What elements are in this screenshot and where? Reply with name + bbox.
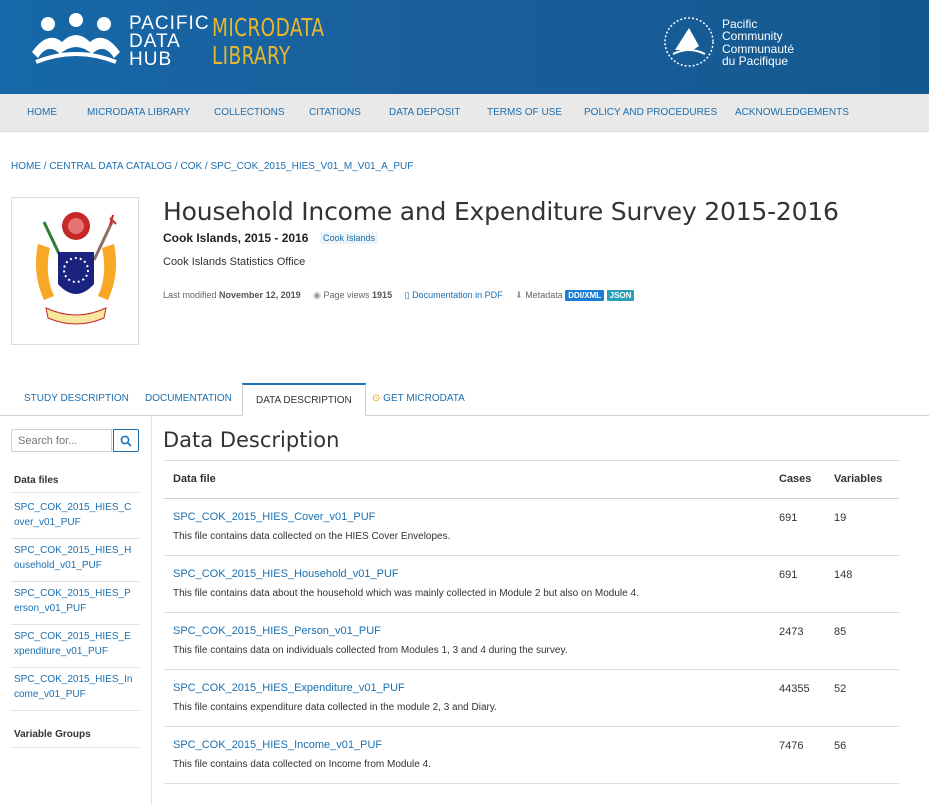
cases-value: 691 xyxy=(779,569,798,581)
data-file-link[interactable]: SPC_COK_2015_HIES_Income_v01_PUF xyxy=(173,739,382,751)
nav-item-data-deposit[interactable]: DATA DEPOSIT xyxy=(389,107,460,118)
table-top-border xyxy=(164,460,899,461)
variables-value: 19 xyxy=(834,512,847,524)
data-file-description: This file contains data about the househ… xyxy=(173,588,639,599)
sidebar-divider-line xyxy=(11,581,139,582)
sidebar-divider-line xyxy=(11,492,139,493)
sidebar-divider-line xyxy=(11,538,139,539)
sidebar-search xyxy=(11,429,139,452)
tab-documentation[interactable]: DOCUMENTATION xyxy=(145,393,232,404)
search-icon xyxy=(120,435,132,447)
cases-value: 691 xyxy=(779,512,798,524)
sidebar-data-file[interactable]: SPC_COK_2015_HIES_Cover_v01_PUF xyxy=(14,500,134,530)
pacific-community-logo-icon[interactable] xyxy=(663,16,715,68)
data-file-description: This file contains data collected on Inc… xyxy=(173,759,431,770)
documentation-pdf-link[interactable]: Documentation in PDF xyxy=(412,290,503,300)
metadata-label: Metadata xyxy=(525,290,563,300)
pacific-community-wordmark: Pacific Community Communauté du Pacifiqu… xyxy=(722,17,795,68)
data-file-description: This file contains data on individuals c… xyxy=(173,645,568,656)
eye-icon: ◉ xyxy=(313,290,321,300)
sidebar-data-file[interactable]: SPC_COK_2015_HIES_Income_v01_PUF xyxy=(14,672,134,702)
search-button[interactable] xyxy=(113,429,139,452)
study-title: Household Income and Expenditure Survey … xyxy=(163,197,839,226)
nav-item-collections[interactable]: COLLECTIONS xyxy=(214,107,285,118)
nav-item-home[interactable]: HOME xyxy=(27,107,57,118)
microdata-library-wordmark[interactable]: MICRODATA LIBRARY xyxy=(212,14,324,70)
cases-value: 44355 xyxy=(779,683,810,695)
sidebar-divider-line xyxy=(11,747,139,748)
nav-item-microdata-library[interactable]: MICRODATA LIBRARY xyxy=(87,107,190,118)
row-divider xyxy=(164,669,899,670)
variables-value: 52 xyxy=(834,683,847,695)
sidebar-data-file[interactable]: SPC_COK_2015_HIES_Household_v01_PUF xyxy=(14,543,134,573)
column-header-data-file: Data file xyxy=(173,473,216,485)
sidebar-data-file[interactable]: SPC_COK_2015_HIES_Person_v01_PUF xyxy=(14,586,134,616)
search-input[interactable] xyxy=(11,429,112,452)
sidebar-divider-line xyxy=(11,710,139,711)
study-subtitle: Cook Islands, 2015 - 2016 xyxy=(163,231,309,245)
variables-value: 85 xyxy=(834,626,847,638)
study-meta-line: Last modified November 12, 2019 ◉ Page v… xyxy=(163,290,635,301)
ddi-xml-button[interactable]: DDI/XML xyxy=(565,290,605,301)
cases-value: 7476 xyxy=(779,740,804,752)
nav-item-citations[interactable]: CITATIONS xyxy=(309,107,361,118)
cook-islands-coat-of-arms-icon xyxy=(36,212,117,325)
variables-value: 56 xyxy=(834,740,847,752)
data-file-link[interactable]: SPC_COK_2015_HIES_Household_v01_PUF xyxy=(173,568,399,580)
last-modified-date: November 12, 2019 xyxy=(219,290,301,300)
sidebar-divider-line xyxy=(11,624,139,625)
data-file-description: This file contains expenditure data coll… xyxy=(173,702,497,713)
variable-groups-heading: Variable Groups xyxy=(14,729,91,740)
page-views-count: 1915 xyxy=(372,290,393,300)
download-circle-icon: ⊙ xyxy=(372,393,381,404)
study-tabs: STUDY DESCRIPTION DOCUMENTATION DATA DES… xyxy=(0,383,929,416)
data-file-description: This file contains data collected on the… xyxy=(173,531,451,542)
table-header-border xyxy=(164,498,899,499)
download-icon: ⬇ xyxy=(515,290,523,300)
data-files-heading: Data files xyxy=(14,475,59,486)
tab-data-description[interactable]: DATA DESCRIPTION xyxy=(242,383,366,416)
json-button[interactable]: JSON xyxy=(606,290,635,301)
nav-item-policy-and-procedures[interactable]: POLICY AND PROCEDURES xyxy=(584,107,717,118)
sidebar-divider xyxy=(151,416,152,805)
nav-item-terms-of-use[interactable]: TERMS OF USE xyxy=(487,107,562,118)
data-file-link[interactable]: SPC_COK_2015_HIES_Cover_v01_PUF xyxy=(173,511,375,523)
study-agency: Cook Islands Statistics Office xyxy=(163,256,306,268)
page-views-label: Page views xyxy=(323,290,370,300)
last-modified-label: Last modified xyxy=(163,290,217,300)
row-divider xyxy=(164,726,899,727)
breadcrumb[interactable]: HOME / CENTRAL DATA CATALOG / COK / SPC_… xyxy=(11,161,413,172)
site-header: PACIFIC DATA HUB MICRODATA LIBRARY Pacif… xyxy=(0,0,929,94)
column-header-variables: Variables xyxy=(834,473,883,485)
section-title: Data Description xyxy=(163,428,340,452)
main-nav: HOME MICRODATA LIBRARY COLLECTIONS CITAT… xyxy=(0,94,929,132)
tab-get-microdata-label: GET MICRODATA xyxy=(383,393,465,404)
tab-get-microdata[interactable]: ⊙ GET MICRODATA xyxy=(372,393,465,404)
study-logo xyxy=(11,197,139,345)
column-header-cases: Cases xyxy=(779,473,812,485)
pdf-icon: ▯ xyxy=(404,290,410,300)
row-divider xyxy=(164,612,899,613)
tab-study-description[interactable]: STUDY DESCRIPTION xyxy=(24,393,129,404)
row-divider xyxy=(164,783,899,784)
sidebar-divider-line xyxy=(11,667,139,668)
data-file-link[interactable]: SPC_COK_2015_HIES_Person_v01_PUF xyxy=(173,625,381,637)
data-file-link[interactable]: SPC_COK_2015_HIES_Expenditure_v01_PUF xyxy=(173,682,405,694)
nav-item-acknowledgements[interactable]: ACKNOWLEDGEMENTS xyxy=(735,107,849,118)
pacific-data-hub-wordmark: PACIFIC DATA HUB xyxy=(129,13,210,70)
row-divider xyxy=(164,555,899,556)
cases-value: 2473 xyxy=(779,626,804,638)
sidebar-data-file[interactable]: SPC_COK_2015_HIES_Expenditure_v01_PUF xyxy=(14,629,134,659)
variables-value: 148 xyxy=(834,569,853,581)
country-badge[interactable]: Cook Islands xyxy=(320,232,379,244)
pacific-data-hub-logo-icon[interactable] xyxy=(28,12,124,68)
